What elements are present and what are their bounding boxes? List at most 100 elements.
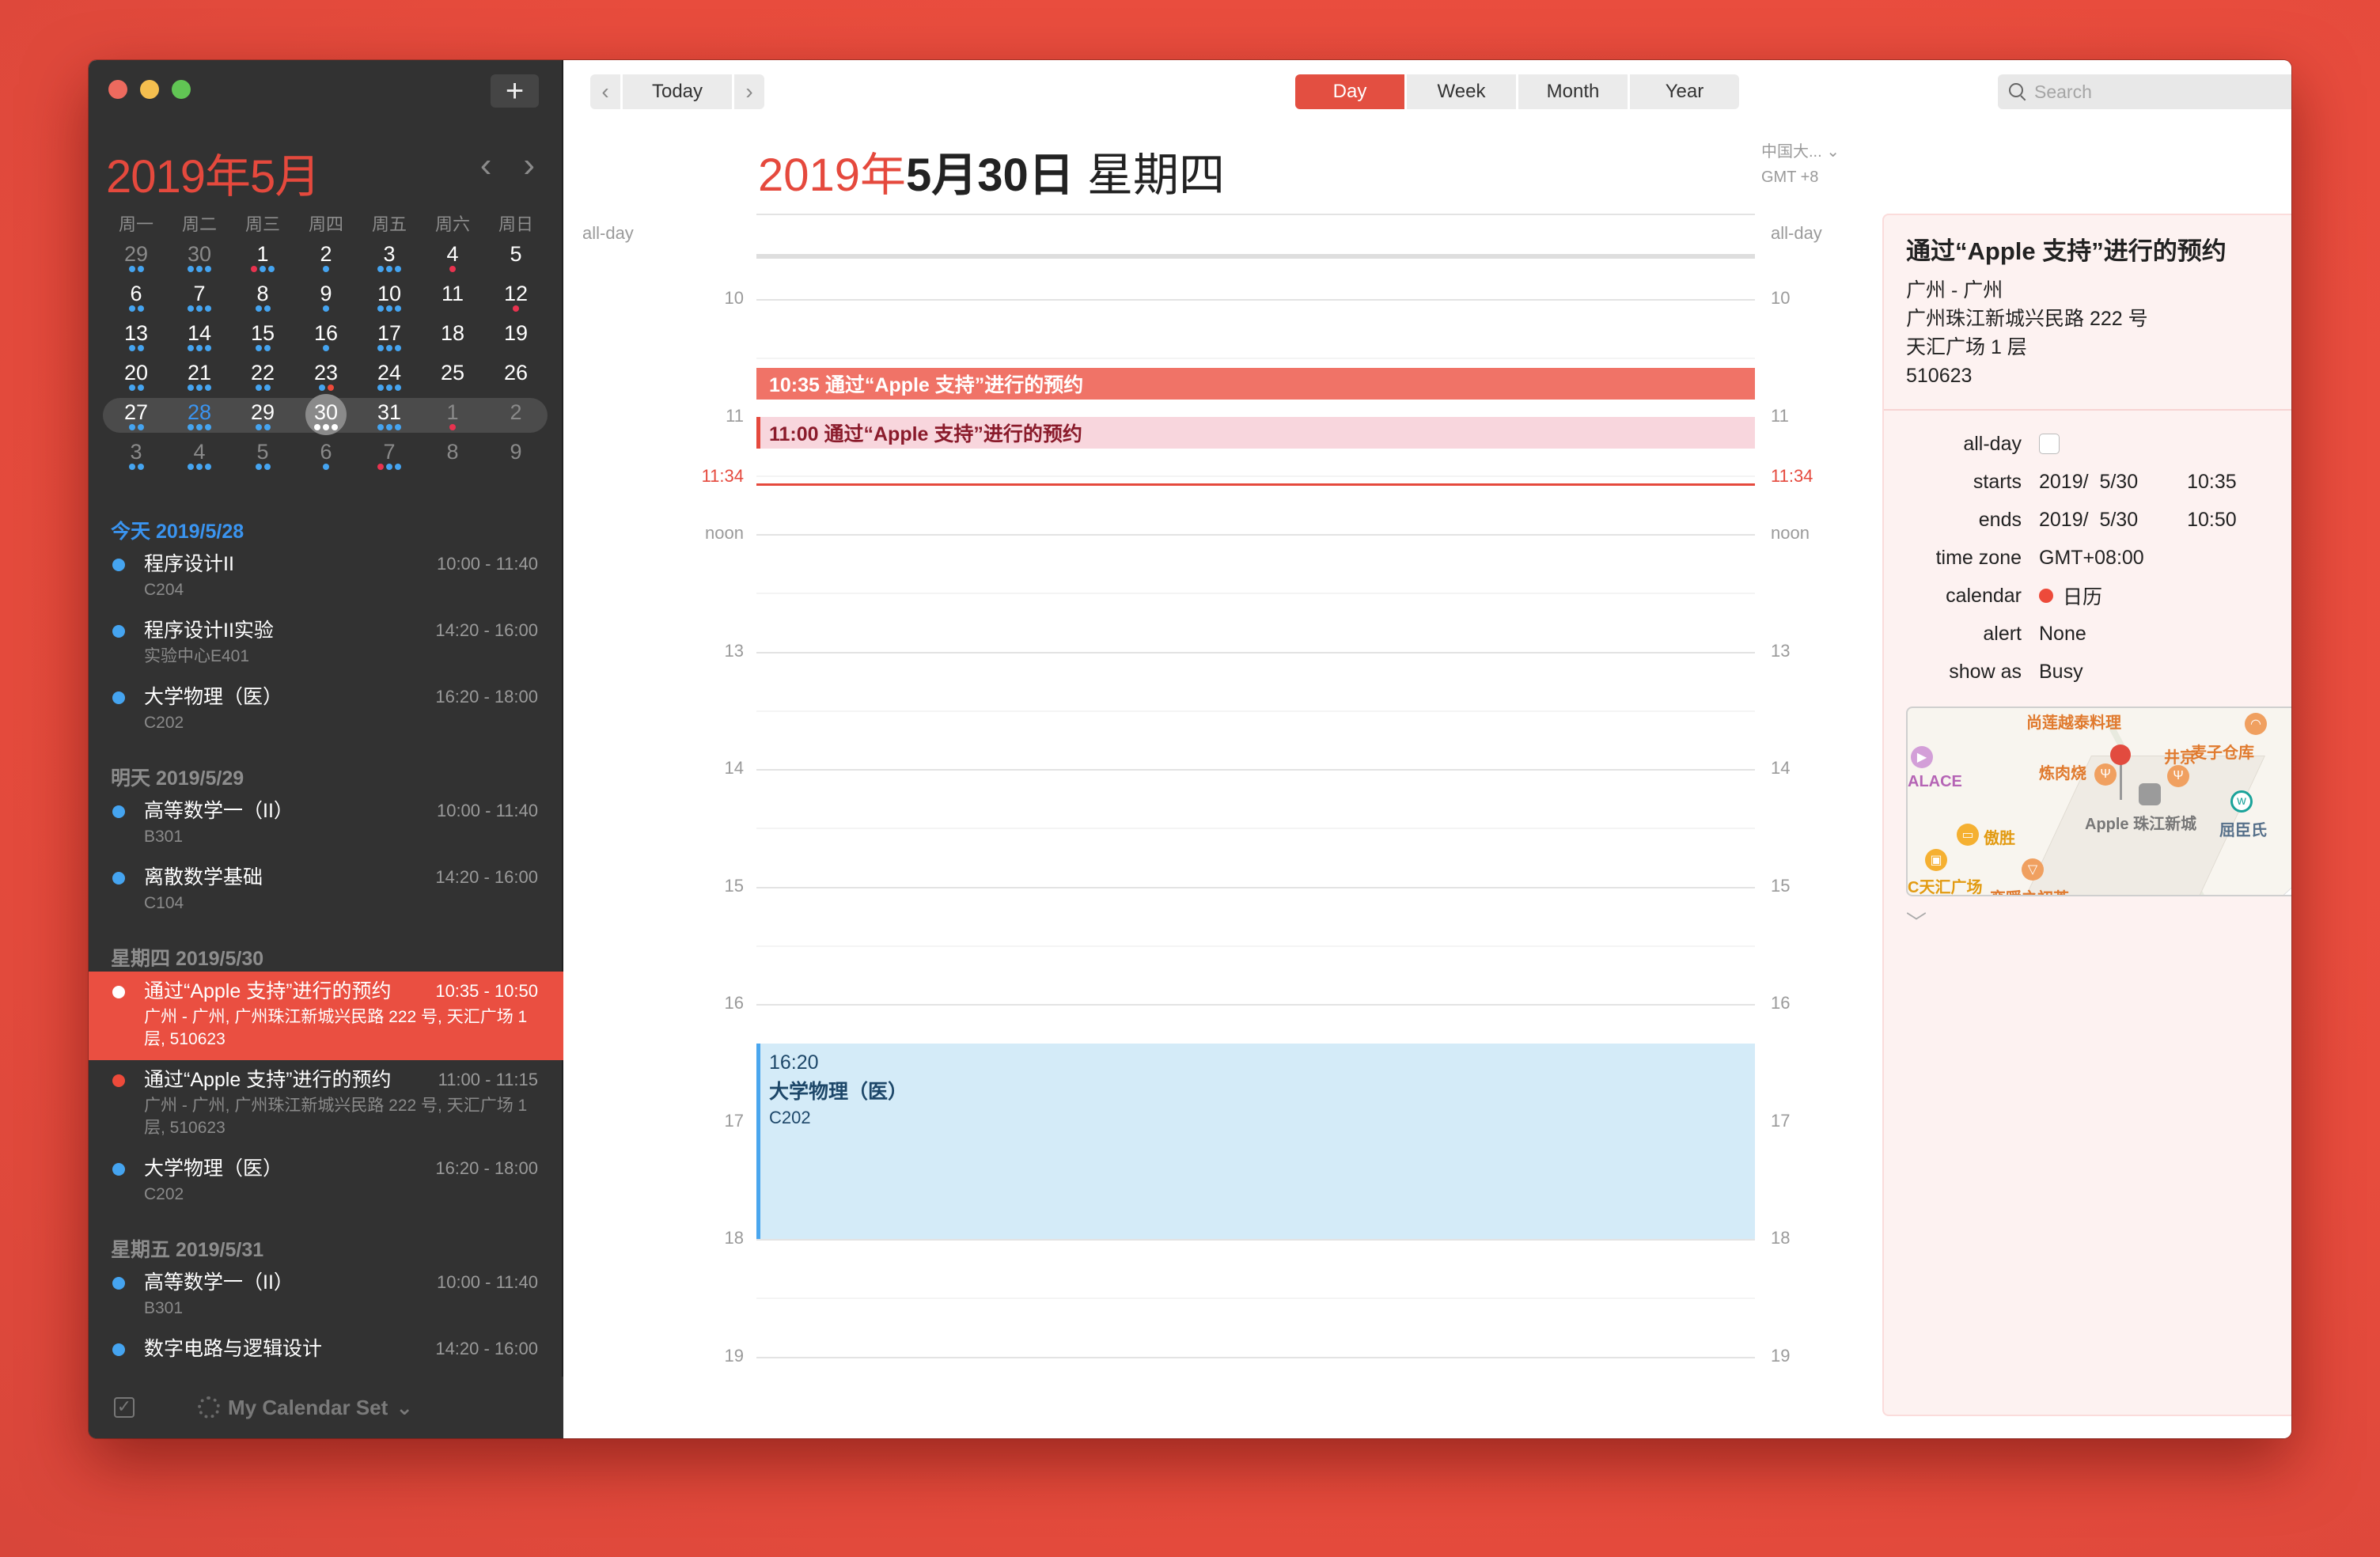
ends-time[interactable]: 10:50 — [2187, 509, 2237, 532]
agenda-item[interactable]: 程序设计II实验 14:20 - 16:00 实验中心E401 — [89, 611, 563, 677]
agenda-item[interactable]: 数字电路与逻辑设计 14:20 - 16:00 — [89, 1329, 563, 1372]
add-event-button[interactable]: + — [491, 74, 539, 108]
mini-calendar-day[interactable]: 12 — [484, 280, 548, 320]
previous-day-button[interactable]: ‹ — [590, 74, 620, 109]
mini-calendar-day[interactable]: 9 — [294, 280, 358, 320]
timezone-value[interactable]: GMT+08:00 — [2039, 547, 2144, 570]
mini-calendar-day[interactable]: 8 — [421, 438, 484, 478]
mini-calendar-day[interactable]: 7 — [358, 438, 421, 478]
tasks-checkbox-icon[interactable]: ✓ — [114, 1397, 135, 1418]
mini-calendar-day[interactable]: 31 — [358, 399, 421, 438]
ends-date[interactable]: 2019/ 5/30 — [2039, 509, 2138, 532]
mini-calendar-day[interactable]: 26 — [484, 359, 548, 399]
agenda-item[interactable]: 大学物理（医） 16:20 - 18:00 C202 — [89, 677, 563, 744]
mini-calendar-day[interactable]: 1 — [231, 241, 294, 280]
mini-calendar-nav: ‹ › — [480, 146, 535, 185]
starts-date[interactable]: 2019/ 5/30 — [2039, 471, 2138, 494]
expand-chevron-icon[interactable]: ﹀ — [1906, 912, 1935, 933]
mini-calendar-day[interactable]: 29 — [104, 241, 168, 280]
agenda-item[interactable]: 高等数学一（II） 10:00 - 11:40 B301 — [89, 1263, 563, 1329]
mini-calendar-day[interactable]: 20 — [104, 359, 168, 399]
mini-calendar-day[interactable]: 14 — [168, 320, 231, 359]
mini-calendar-day[interactable]: 23 — [294, 359, 358, 399]
mini-calendar-day[interactable]: 19 — [484, 320, 548, 359]
event-detail-address[interactable]: 广州 - 广州 广州珠江新城兴民路 222 号天汇广场 1 层 510623 — [1906, 276, 2291, 390]
mini-calendar-day[interactable]: 2 — [484, 399, 548, 438]
mini-calendar-day[interactable]: 29 — [231, 399, 294, 438]
mini-calendar-day[interactable]: 5 — [231, 438, 294, 478]
mini-calendar-day[interactable]: 2 — [294, 241, 358, 280]
day-number: 15 — [250, 321, 275, 345]
search-field[interactable] — [1998, 74, 2291, 109]
location-map[interactable]: 尚莲越泰料理 ◠ 麦子仓库 井京 Ψ 炼肉烧 Ψ ▶ ALACE Apple 珠… — [1906, 707, 2291, 896]
calendar-value[interactable]: 日历 — [2063, 582, 2102, 610]
mini-calendar-day[interactable]: 30 — [168, 241, 231, 280]
agenda-item[interactable]: 通过“Apple 支持”进行的预约 10:35 - 10:50 广州 - 广州, 广… — [89, 972, 563, 1060]
mini-calendar-day[interactable]: 11 — [421, 280, 484, 320]
day-event-block[interactable]: 16:20 大学物理（医） C202 — [756, 1043, 1755, 1239]
mini-calendar-day[interactable]: 10 — [358, 280, 421, 320]
previous-month-button[interactable]: ‹ — [480, 146, 492, 185]
mini-calendar-day[interactable]: 6 — [294, 438, 358, 478]
event-dots — [104, 464, 168, 472]
day-event-block[interactable]: 11:00 通过“Apple 支持”进行的预约 — [756, 416, 1755, 449]
starts-time[interactable]: 10:35 — [2187, 471, 2237, 494]
mini-calendar-day[interactable]: 6 — [104, 280, 168, 320]
starts-row: starts 2019/ 5/30 10:35 — [1884, 463, 2291, 501]
close-window-button[interactable] — [108, 80, 127, 99]
alert-value[interactable]: None — [2039, 623, 2086, 646]
mini-calendar-day[interactable]: 8 — [231, 280, 294, 320]
view-tab-month[interactable]: Month — [1518, 74, 1628, 109]
agenda-item[interactable]: 大学物理（医） 16:20 - 18:00 C202 — [89, 1149, 563, 1215]
weekday-label: 周一 — [118, 214, 153, 234]
showas-value[interactable]: Busy — [2039, 661, 2083, 684]
mini-calendar-day[interactable]: 15 — [231, 320, 294, 359]
agenda-item[interactable]: 离散数学基础 14:20 - 16:00 C104 — [89, 858, 563, 924]
showas-row: show as Busy — [1884, 653, 2291, 691]
mini-calendar-day[interactable]: 5 — [484, 241, 548, 280]
event-dots — [104, 424, 168, 432]
mini-calendar-day[interactable]: 18 — [421, 320, 484, 359]
allday-checkbox[interactable] — [2039, 434, 2060, 454]
mini-calendar-day[interactable]: 25 — [421, 359, 484, 399]
mini-calendar-day-today[interactable]: 28 — [168, 399, 231, 438]
day-event-block[interactable]: 10:35 通过“Apple 支持”进行的预约 — [756, 367, 1755, 400]
minimize-window-button[interactable] — [140, 80, 159, 99]
mini-calendar-day[interactable]: 22 — [231, 359, 294, 399]
next-day-button[interactable]: › — [734, 74, 764, 109]
mini-calendar-day[interactable]: 1 — [421, 399, 484, 438]
agenda-item[interactable]: 通过“Apple 支持”进行的预约 11:00 - 11:15 广州 - 广州, 广… — [89, 1060, 563, 1149]
agenda-list[interactable]: 今天 2019/5/28 程序设计II 10:00 - 11:40 C204 程序设计I… — [89, 503, 563, 1407]
mini-calendar-day[interactable]: 16 — [294, 320, 358, 359]
search-input[interactable] — [2034, 81, 2291, 103]
event-dots — [168, 385, 231, 392]
chevron-down-icon: ⌄ — [1826, 143, 1840, 161]
mini-calendar-day[interactable]: 27 — [104, 399, 168, 438]
calendar-set-selector[interactable]: My Calendar Set ⌄ — [198, 1396, 413, 1420]
view-tab-day[interactable]: Day — [1295, 74, 1404, 109]
mini-calendar-day[interactable]: 7 — [168, 280, 231, 320]
maximize-window-button[interactable] — [172, 80, 191, 99]
view-tab-week[interactable]: Week — [1407, 74, 1516, 109]
mini-calendar-day[interactable]: 3 — [104, 438, 168, 478]
event-detail-title[interactable]: 通过“Apple 支持”进行的预约 — [1906, 231, 2291, 267]
mini-calendar-day[interactable]: 9 — [484, 438, 548, 478]
event-dot-icon — [137, 305, 144, 312]
mini-calendar-day[interactable]: 4 — [421, 241, 484, 280]
agenda-item[interactable]: 程序设计II 10:00 - 11:40 C204 — [89, 544, 563, 611]
mini-calendar-day[interactable]: 17 — [358, 320, 421, 359]
event-dots — [231, 345, 294, 353]
mini-calendar-day[interactable]: 3 — [358, 241, 421, 280]
mini-calendar-day[interactable]: 21 — [168, 359, 231, 399]
mini-calendar-day[interactable]: 4 — [168, 438, 231, 478]
mini-calendar-day[interactable]: 24 — [358, 359, 421, 399]
agenda-item[interactable]: 高等数学一（II） 10:00 - 11:40 B301 — [89, 791, 563, 858]
event-dots — [484, 385, 548, 392]
next-month-button[interactable]: › — [523, 146, 535, 185]
view-tab-year[interactable]: Year — [1630, 74, 1739, 109]
mini-calendar-day[interactable]: 13 — [104, 320, 168, 359]
mini-calendar-day-selected[interactable]: 30 — [294, 399, 358, 438]
event-dot-icon — [513, 305, 519, 312]
timezone-selector[interactable]: 中国大... ⌄ GMT +8 — [1761, 139, 1840, 190]
today-button[interactable]: Today — [623, 74, 732, 109]
